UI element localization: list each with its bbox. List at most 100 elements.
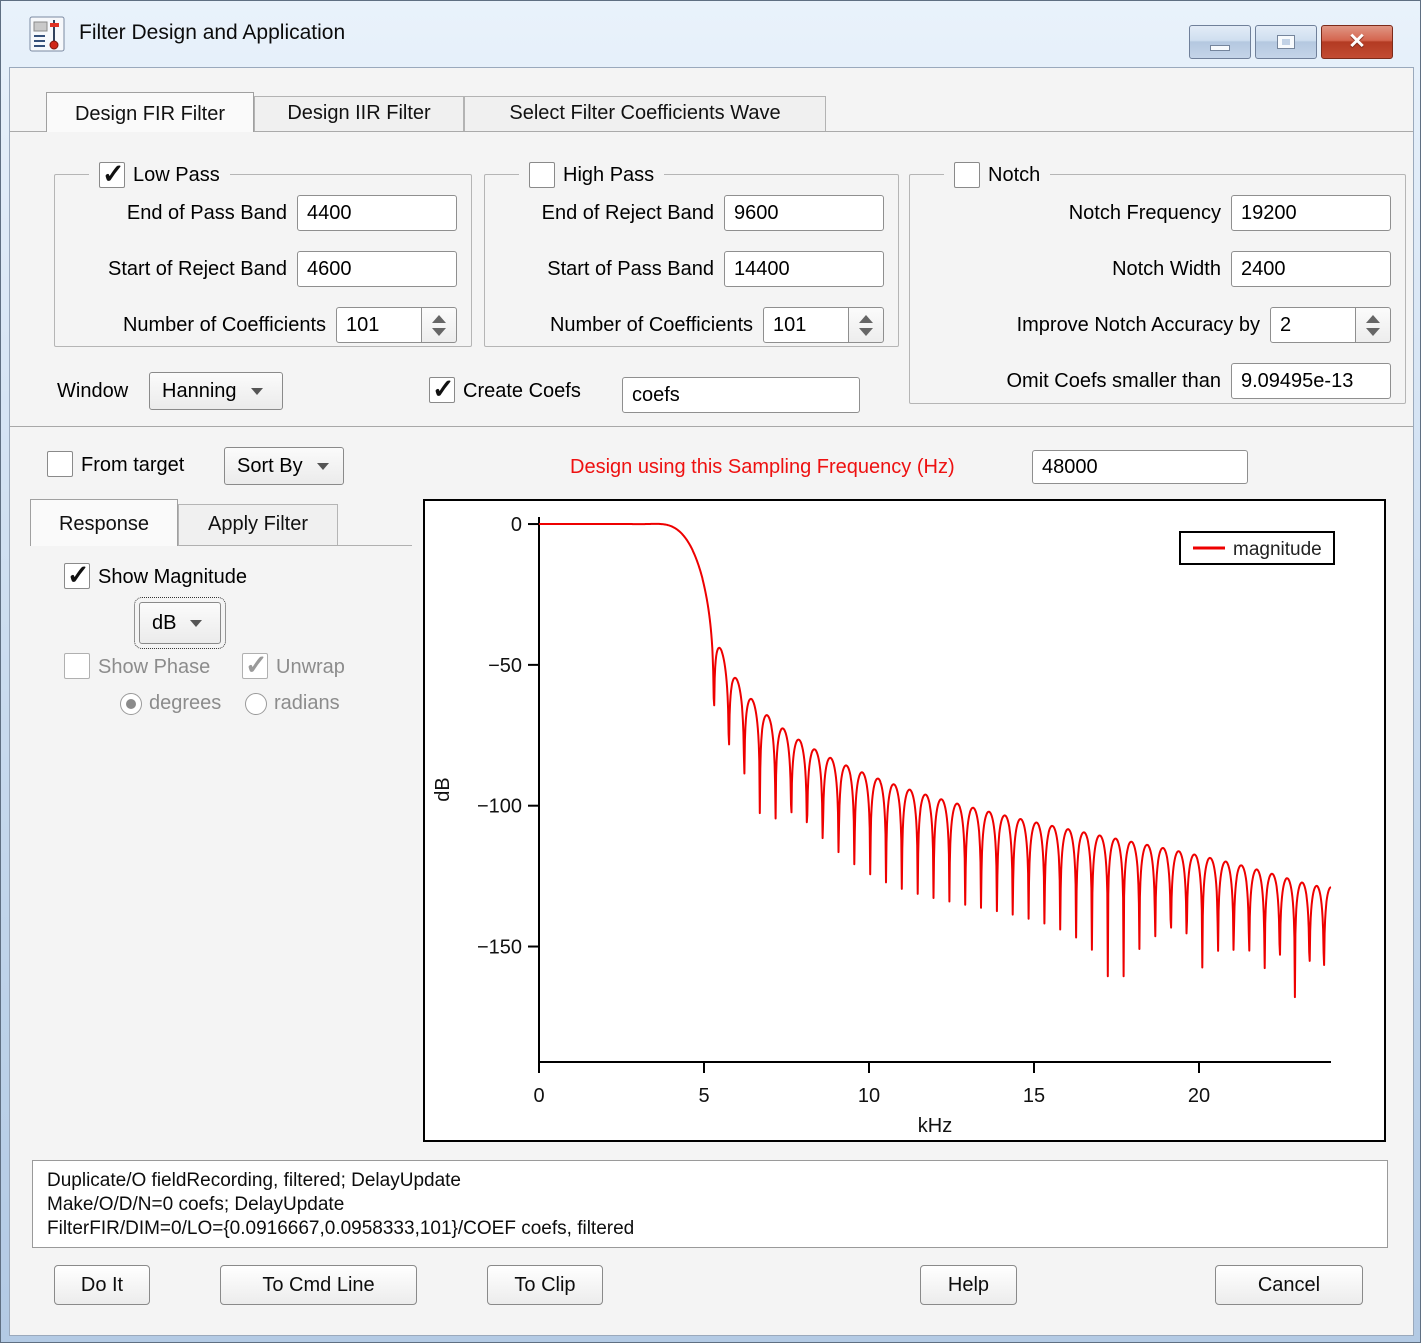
svg-text:−150: −150 [477, 937, 522, 959]
to-clip-button[interactable]: To Clip [487, 1265, 603, 1305]
field-label: End of Pass Band [127, 202, 287, 225]
do-it-button[interactable]: Do It [54, 1265, 150, 1305]
spinner-up-icon[interactable] [432, 315, 446, 323]
cancel-button[interactable]: Cancel [1215, 1265, 1363, 1305]
tab-apply-filter[interactable]: Apply Filter [178, 504, 338, 545]
spinner-up-icon[interactable] [1366, 315, 1380, 323]
minimize-button[interactable] [1189, 25, 1251, 59]
radians-radio[interactable] [245, 693, 267, 715]
maximize-button[interactable] [1255, 25, 1317, 59]
dialog-body: Design FIR Filter Design IIR Filter Sele… [9, 67, 1414, 1336]
app-icon [29, 16, 65, 52]
high-pass-checkbox[interactable] [529, 162, 555, 188]
field-label: Improve Notch Accuracy by [1017, 314, 1260, 337]
command-line: Make/O/D/N=0 coefs; DelayUpdate [47, 1193, 1373, 1217]
create-coefs-checkbox[interactable] [429, 377, 455, 403]
notch-label: Notch [988, 164, 1040, 187]
svg-text:15: 15 [1023, 1085, 1045, 1107]
minimize-icon [1210, 45, 1230, 51]
svg-text:10: 10 [858, 1085, 880, 1107]
field-row: Number of Coefficients [55, 307, 457, 343]
high-pass-coefficients-spinner[interactable] [848, 307, 884, 343]
field-label: Notch Frequency [1069, 202, 1221, 225]
close-icon: ✕ [1348, 26, 1366, 58]
field-row: Improve Notch Accuracy by [910, 307, 1391, 343]
show-magnitude-label: Show Magnitude [98, 566, 247, 589]
response-plot-frame: 051015200−50−100−150kHzdBmagnitude [423, 499, 1386, 1142]
spinner-down-icon[interactable] [859, 328, 873, 336]
window-function-label: Window [57, 380, 128, 403]
degrees-radio[interactable] [120, 693, 142, 715]
from-target-checkbox[interactable] [47, 451, 73, 477]
coefs-wave-name-input[interactable] [622, 377, 860, 413]
window-function-dropdown[interactable]: Hanning [149, 372, 283, 410]
chevron-down-icon [317, 463, 329, 470]
tab-design-iir-filter[interactable]: Design IIR Filter [254, 96, 464, 131]
field-row: Start of Pass Band [485, 251, 884, 287]
notch-frequency-input[interactable] [1231, 195, 1391, 231]
close-button[interactable]: ✕ [1321, 25, 1393, 59]
title-bar[interactable]: Filter Design and Application ✕ [1, 1, 1420, 67]
app-window: Filter Design and Application ✕ Design F… [0, 0, 1421, 1343]
spinner-down-icon[interactable] [1366, 328, 1380, 336]
help-button[interactable]: Help [920, 1265, 1017, 1305]
magnitude-units-dropdown[interactable]: dB [139, 602, 221, 644]
magnitude-units-value: dB [152, 612, 176, 635]
end-of-reject-band-input[interactable] [724, 195, 884, 231]
svg-text:0: 0 [533, 1085, 544, 1107]
low-pass-checkbox[interactable] [99, 162, 125, 188]
to-cmd-line-button[interactable]: To Cmd Line [220, 1265, 417, 1305]
field-row: End of Reject Band [485, 195, 884, 231]
sampling-frequency-input[interactable] [1032, 450, 1248, 484]
notch-accuracy-spinner[interactable] [1355, 307, 1391, 343]
omit-coefs-input[interactable] [1231, 363, 1391, 399]
low-pass-coefficients-spinner[interactable] [421, 307, 457, 343]
plot-axes [539, 517, 1331, 1062]
svg-text:−50: −50 [488, 655, 522, 677]
svg-text:0: 0 [511, 514, 522, 536]
tab-design-fir-filter[interactable]: Design FIR Filter [46, 92, 254, 132]
start-of-pass-band-input[interactable] [724, 251, 884, 287]
low-pass-label: Low Pass [133, 164, 220, 187]
notch-header: Notch [944, 159, 1050, 191]
svg-text:dB: dB [432, 777, 454, 801]
radians-label: radians [274, 692, 340, 715]
svg-text:20: 20 [1188, 1085, 1210, 1107]
start-of-reject-band-input[interactable] [297, 251, 457, 287]
chevron-down-icon [251, 388, 263, 395]
end-of-pass-band-input[interactable] [297, 195, 457, 231]
high-pass-label: High Pass [563, 164, 654, 187]
degrees-label: degrees [149, 692, 221, 715]
notch-width-input[interactable] [1231, 251, 1391, 287]
high-pass-header: High Pass [519, 159, 664, 191]
show-phase-checkbox[interactable] [64, 653, 90, 679]
high-pass-group: High Pass End of Reject Band Start of Pa… [484, 174, 899, 347]
notch-accuracy-input[interactable] [1270, 307, 1356, 343]
section-divider [10, 426, 1413, 427]
low-pass-header: Low Pass [89, 159, 230, 191]
window-function-value: Hanning [162, 380, 237, 403]
unwrap-checkbox[interactable] [242, 653, 268, 679]
spinner-up-icon[interactable] [859, 315, 873, 323]
command-line: Duplicate/O fieldRecording, filtered; De… [47, 1169, 1373, 1193]
field-row: Start of Reject Band [55, 251, 457, 287]
maximize-icon [1277, 35, 1295, 49]
field-label: Number of Coefficients [123, 314, 326, 337]
notch-checkbox[interactable] [954, 162, 980, 188]
field-row: Omit Coefs smaller than [910, 363, 1391, 399]
spinner-down-icon[interactable] [432, 328, 446, 336]
high-pass-coefficients-input[interactable] [763, 307, 849, 343]
tab-select-filter-coefficients-wave[interactable]: Select Filter Coefficients Wave [464, 96, 826, 131]
notch-group: Notch Notch Frequency Notch Width Improv… [909, 174, 1406, 404]
magnitude-curve [539, 524, 1331, 997]
show-magnitude-checkbox[interactable] [64, 563, 90, 589]
tab-response[interactable]: Response [30, 499, 178, 546]
response-plot: 051015200−50−100−150kHzdBmagnitude [425, 501, 1384, 1140]
sort-by-dropdown[interactable]: Sort By [224, 447, 344, 485]
sampling-frequency-label: Design using this Sampling Frequency (Hz… [570, 456, 955, 479]
window-title: Filter Design and Application [79, 1, 345, 67]
command-line: FilterFIR/DIM=0/LO={0.0916667,0.0958333,… [47, 1217, 1373, 1241]
field-label: Notch Width [1112, 258, 1221, 281]
unwrap-label: Unwrap [276, 656, 345, 679]
low-pass-coefficients-input[interactable] [336, 307, 422, 343]
